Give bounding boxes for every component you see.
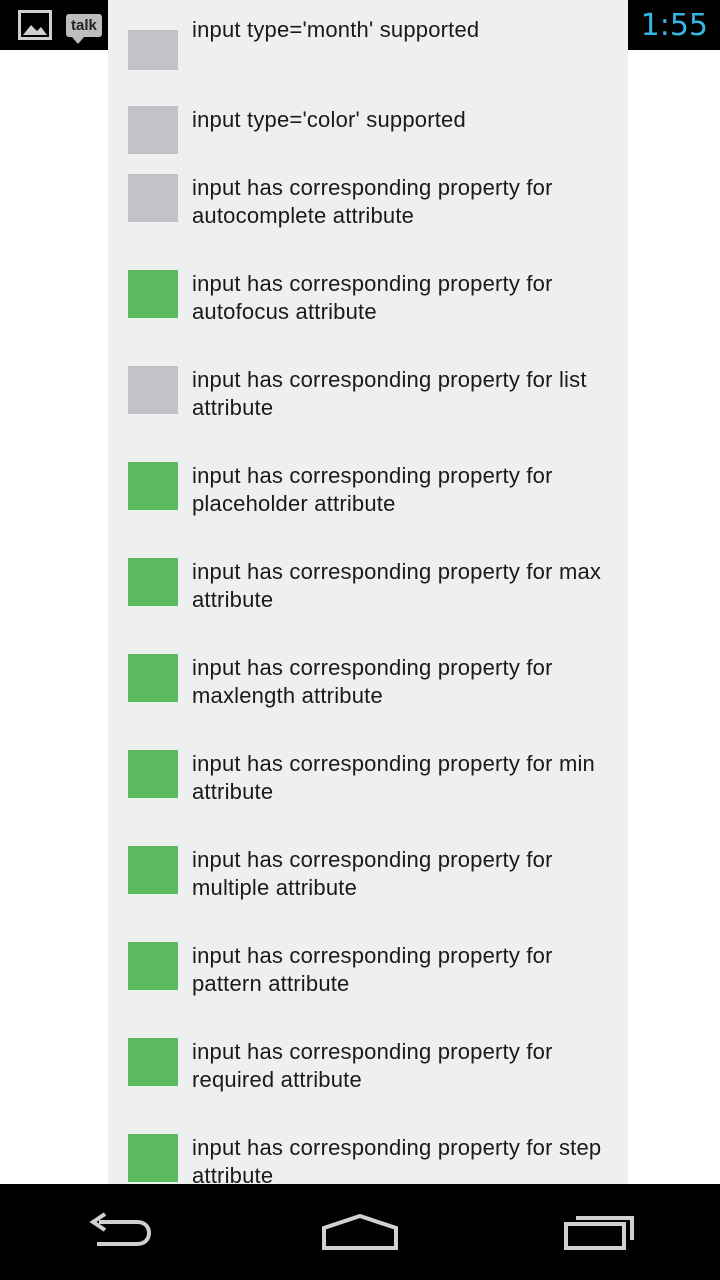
result-label: input has corresponding property for max… [192, 655, 553, 708]
supported-indicator [128, 942, 178, 990]
result-label: input has corresponding property for aut… [192, 175, 553, 228]
result-label: input type='month' supported [192, 17, 480, 42]
supported-indicator [128, 270, 178, 318]
recent-apps-icon [564, 1216, 634, 1250]
recent-apps-button[interactable] [540, 1184, 660, 1280]
result-label: input has corresponding property for pat… [192, 943, 553, 996]
supported-indicator [128, 462, 178, 510]
supported-indicator [128, 1038, 178, 1086]
supported-indicator [128, 1134, 178, 1182]
result-label: input has corresponding property for max… [192, 559, 602, 612]
supported-indicator [128, 846, 178, 894]
gallery-icon [18, 10, 52, 40]
result-label: input has corresponding property for ste… [192, 1135, 602, 1184]
result-label: input has corresponding property for aut… [192, 271, 553, 324]
result-label: input has corresponding property for lis… [192, 367, 587, 420]
back-icon [89, 1212, 152, 1246]
result-label: input has corresponding property for mul… [192, 847, 553, 900]
unsupported-indicator [128, 106, 178, 154]
feature-results-panel: input type='month' supported input type='… [108, 0, 628, 1184]
home-button[interactable] [300, 1184, 420, 1280]
back-button[interactable] [60, 1184, 180, 1280]
unsupported-indicator [128, 30, 178, 70]
result-label: input has corresponding property for req… [192, 1039, 553, 1092]
clock: 1:55 [640, 7, 708, 43]
navigation-bar [0, 1184, 720, 1280]
unsupported-indicator [128, 366, 178, 414]
talk-icon: talk [66, 13, 102, 44]
supported-indicator [128, 654, 178, 702]
result-label: input has corresponding property for pla… [192, 463, 553, 516]
talk-label: talk [66, 13, 102, 44]
supported-indicator [128, 558, 178, 606]
supported-indicator [128, 750, 178, 798]
unsupported-indicator [128, 174, 178, 222]
result-label: input has corresponding property for min… [192, 751, 595, 804]
home-icon [322, 1213, 398, 1250]
result-label: input type='color' supported [192, 107, 466, 132]
